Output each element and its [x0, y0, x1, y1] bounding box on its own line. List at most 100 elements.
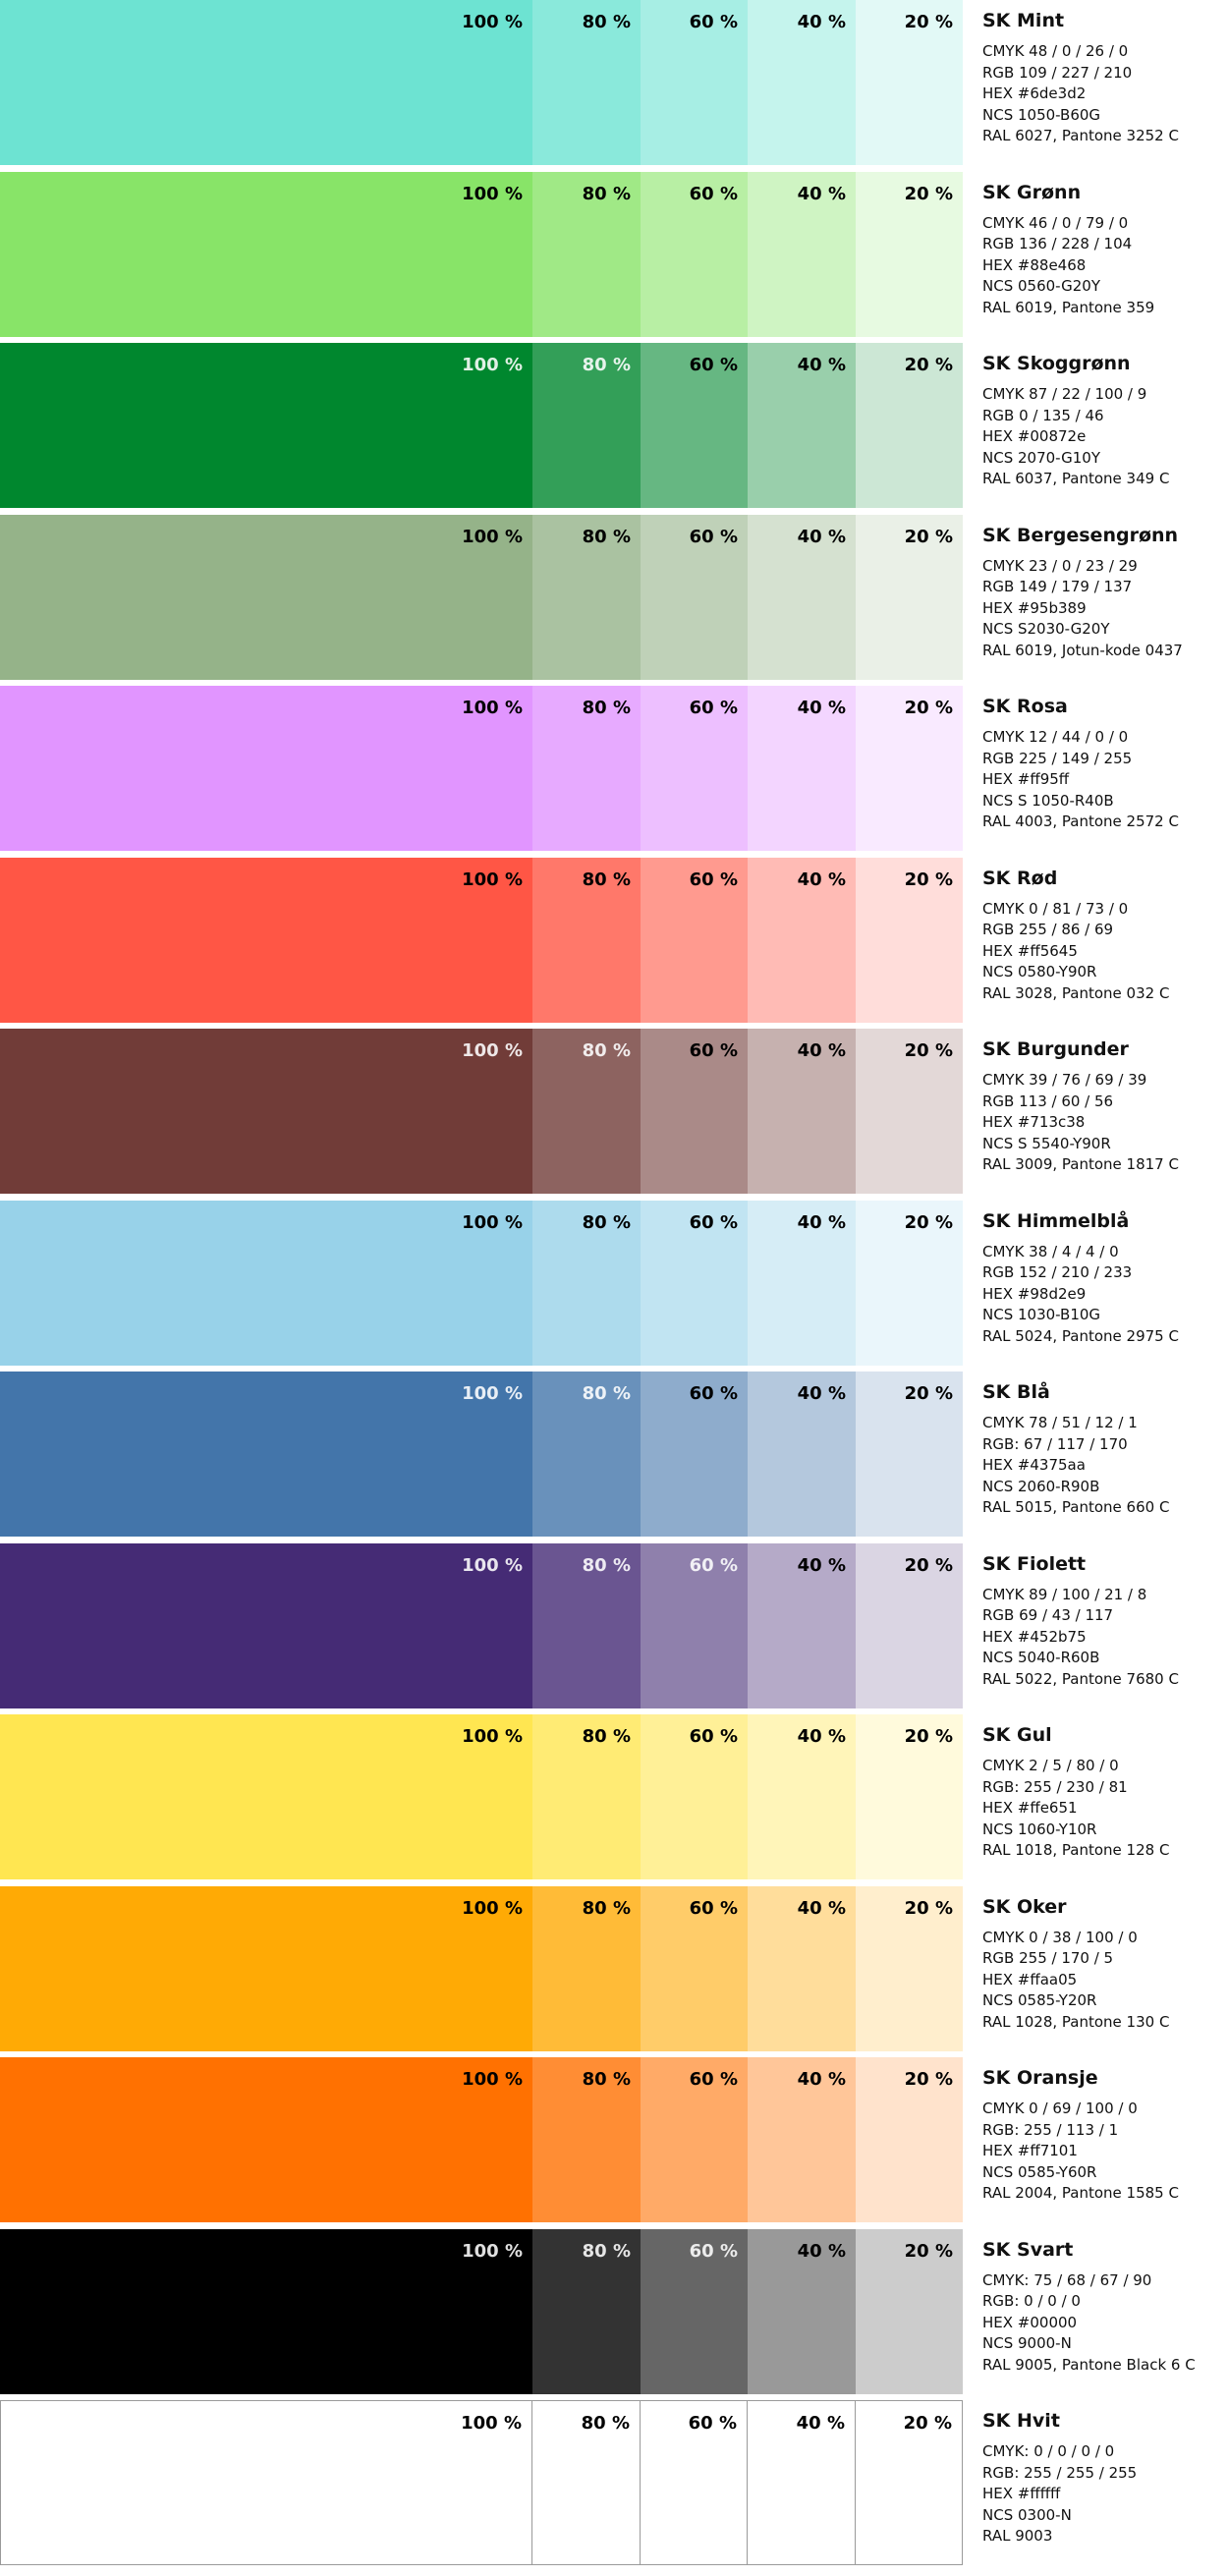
tint-label: 40 %	[796, 2413, 845, 2434]
swatch-tint: 20 %	[856, 1542, 963, 1708]
swatch-tint: 80 %	[532, 514, 641, 680]
tint-label: 20 %	[904, 355, 953, 375]
swatch-tint: 40 %	[748, 1200, 856, 1366]
color-spec-line: NCS 0560-G20Y	[982, 277, 1100, 295]
color-spec-line: HEX #ff5645	[982, 941, 1078, 960]
tint-label: 20 %	[904, 1726, 953, 1747]
tint-label: 80 %	[582, 1211, 631, 1233]
color-spec-line: NCS 2070-G10Y	[982, 448, 1100, 467]
color-info: SK Burgunder CMYK 39 / 76 / 69 / 39 RGB 11…	[982, 1038, 1223, 1176]
color-spec-line: RGB 255 / 86 / 69	[982, 921, 1114, 938]
color-spec-line: CMYK 78 / 51 / 12 / 1	[982, 1414, 1138, 1431]
tint-label: 60 %	[689, 1726, 738, 1747]
swatch-tint: 20 %	[856, 2057, 963, 2222]
swatch-group: 100 % 80 % 60 % 40 % 20 %	[0, 2057, 963, 2222]
color-spec-line: CMYK: 0 / 0 / 0 / 0	[982, 2442, 1115, 2460]
color-spec-line: HEX #00000	[982, 2313, 1078, 2331]
swatch-tint: 40 %	[748, 1372, 856, 1537]
color-name: SK Oransje	[982, 2067, 1098, 2089]
swatch-tint: 80 %	[532, 2057, 641, 2222]
swatch-tint: 20 %	[856, 1372, 963, 1537]
tint-label: 80 %	[582, 2240, 631, 2262]
tint-label: 40 %	[797, 698, 846, 718]
color-info: SK Rosa CMYK 12 / 44 / 0 / 0 RGB 225 / 149…	[982, 696, 1223, 833]
tint-label: 60 %	[689, 1040, 738, 1061]
color-spec-line: CMYK 46 / 0 / 79 / 0	[982, 213, 1129, 232]
swatch-tint: 20 %	[856, 2400, 963, 2565]
swatch-tint: 100 %	[0, 1372, 532, 1537]
swatch-tint: 40 %	[748, 0, 856, 165]
color-spec-line: RGB 152 / 210 / 233	[982, 1263, 1133, 1281]
tint-label: 100 %	[462, 1383, 523, 1404]
color-row: 100 % 80 % 60 % 40 % 20 % SK Oransje CMYK 0 / …	[0, 2057, 1228, 2222]
swatch-tint: 100 %	[0, 686, 532, 851]
tint-label: 20 %	[904, 183, 953, 204]
color-name: SK Bergesengrønn	[982, 524, 1179, 546]
color-spec-line: HEX #88e468	[982, 255, 1087, 274]
swatch-tint: 60 %	[641, 2057, 748, 2222]
tint-label: 100 %	[462, 1554, 523, 1576]
tint-label: 80 %	[582, 1383, 631, 1404]
swatch-tint: 60 %	[641, 2228, 748, 2394]
swatch-group: 100 % 80 % 60 % 40 % 20 %	[0, 1200, 963, 1366]
tint-label: 60 %	[689, 355, 738, 375]
color-spec-line: RAL 2004, Pantone 1585 C	[982, 2184, 1179, 2202]
color-row: 100 % 80 % 60 % 40 % 20 % SK Oker CMYK 0 / 38 …	[0, 1885, 1228, 2051]
color-spec-line: CMYK 12 / 44 / 0 / 0	[982, 728, 1129, 746]
swatch-tint: 80 %	[532, 1200, 641, 1366]
swatch-tint: 60 %	[641, 857, 748, 1023]
swatch-tint: 60 %	[641, 1372, 748, 1537]
color-spec-line: RGB 255 / 170 / 5	[982, 1949, 1114, 1967]
tint-label: 80 %	[582, 12, 631, 32]
color-name: SK Oker	[982, 1895, 1067, 1918]
tint-label: 100 %	[462, 355, 523, 375]
color-name: SK Rød	[982, 867, 1058, 889]
color-name: SK Fiolett	[982, 1552, 1087, 1575]
color-row: 100 % 80 % 60 % 40 % 20 % SK Rød CMYK 0 / 81 /…	[0, 857, 1228, 1023]
color-palette: 100 % 80 % 60 % 40 % 20 % SK Mint CMYK 48 / 0 …	[0, 0, 1228, 2576]
tint-label: 60 %	[688, 2413, 737, 2434]
swatch-group: 100 % 80 % 60 % 40 % 20 %	[0, 1542, 963, 1708]
swatch-tint: 80 %	[532, 171, 641, 337]
color-spec-line: HEX #95b389	[982, 598, 1087, 617]
color-info: SK Oker CMYK 0 / 38 / 100 / 0 RGB 255 / 17…	[982, 1896, 1223, 2034]
swatch-tint: 20 %	[856, 343, 963, 508]
swatch-tint: 80 %	[532, 1542, 641, 1708]
color-spec-line: NCS S 1050-R40B	[982, 791, 1114, 810]
color-spec-line: HEX #00872e	[982, 427, 1087, 445]
swatch-tint: 20 %	[856, 2228, 963, 2394]
color-spec-line: HEX #98d2e9	[982, 1284, 1087, 1303]
tint-label: 20 %	[904, 1211, 953, 1233]
color-spec-line: RGB 136 / 228 / 104	[982, 235, 1133, 252]
color-spec-line: HEX #ffffff	[982, 2485, 1061, 2502]
color-spec-line: RGB 113 / 60 / 56	[982, 1092, 1114, 1110]
color-spec-line: RGB 69 / 43 / 117	[982, 1606, 1114, 1624]
color-spec-line: RAL 1028, Pantone 130 C	[982, 2012, 1170, 2031]
swatch-group: 100 % 80 % 60 % 40 % 20 %	[0, 2400, 963, 2565]
swatch-group: 100 % 80 % 60 % 40 % 20 %	[0, 1029, 963, 1194]
tint-label: 80 %	[582, 2069, 631, 2090]
tint-label: 100 %	[462, 1897, 523, 1919]
color-spec-line: HEX #6de3d2	[982, 84, 1087, 102]
swatch-tint: 60 %	[641, 171, 748, 337]
swatch-tint: 60 %	[641, 514, 748, 680]
swatch-tint: 100 %	[0, 1542, 532, 1708]
swatch-tint: 80 %	[532, 1372, 641, 1537]
color-spec-line: CMYK 0 / 81 / 73 / 0	[982, 899, 1129, 918]
color-spec-line: RGB: 255 / 230 / 81	[982, 1777, 1128, 1796]
color-spec-line: CMYK 0 / 69 / 100 / 0	[982, 2100, 1138, 2117]
color-spec-line: RAL 9005, Pantone Black 6 C	[982, 2355, 1196, 2374]
swatch-tint: 40 %	[748, 2057, 856, 2222]
tint-label: 60 %	[689, 1897, 738, 1919]
color-spec-line: NCS 2060-R90B	[982, 1477, 1100, 1495]
swatch-group: 100 % 80 % 60 % 40 % 20 %	[0, 0, 963, 165]
swatch-group: 100 % 80 % 60 % 40 % 20 %	[0, 171, 963, 337]
color-spec-line: RGB: 67 / 117 / 170	[982, 1434, 1128, 1453]
tint-label: 100 %	[462, 1040, 523, 1061]
tint-label: 100 %	[462, 526, 523, 547]
swatch-tint: 100 %	[0, 1200, 532, 1366]
color-spec-line: HEX #713c38	[982, 1113, 1086, 1131]
color-spec-line: HEX #ffaa05	[982, 1970, 1078, 1988]
swatch-tint: 60 %	[641, 1885, 748, 2051]
color-spec-line: CMYK 48 / 0 / 26 / 0	[982, 42, 1129, 60]
